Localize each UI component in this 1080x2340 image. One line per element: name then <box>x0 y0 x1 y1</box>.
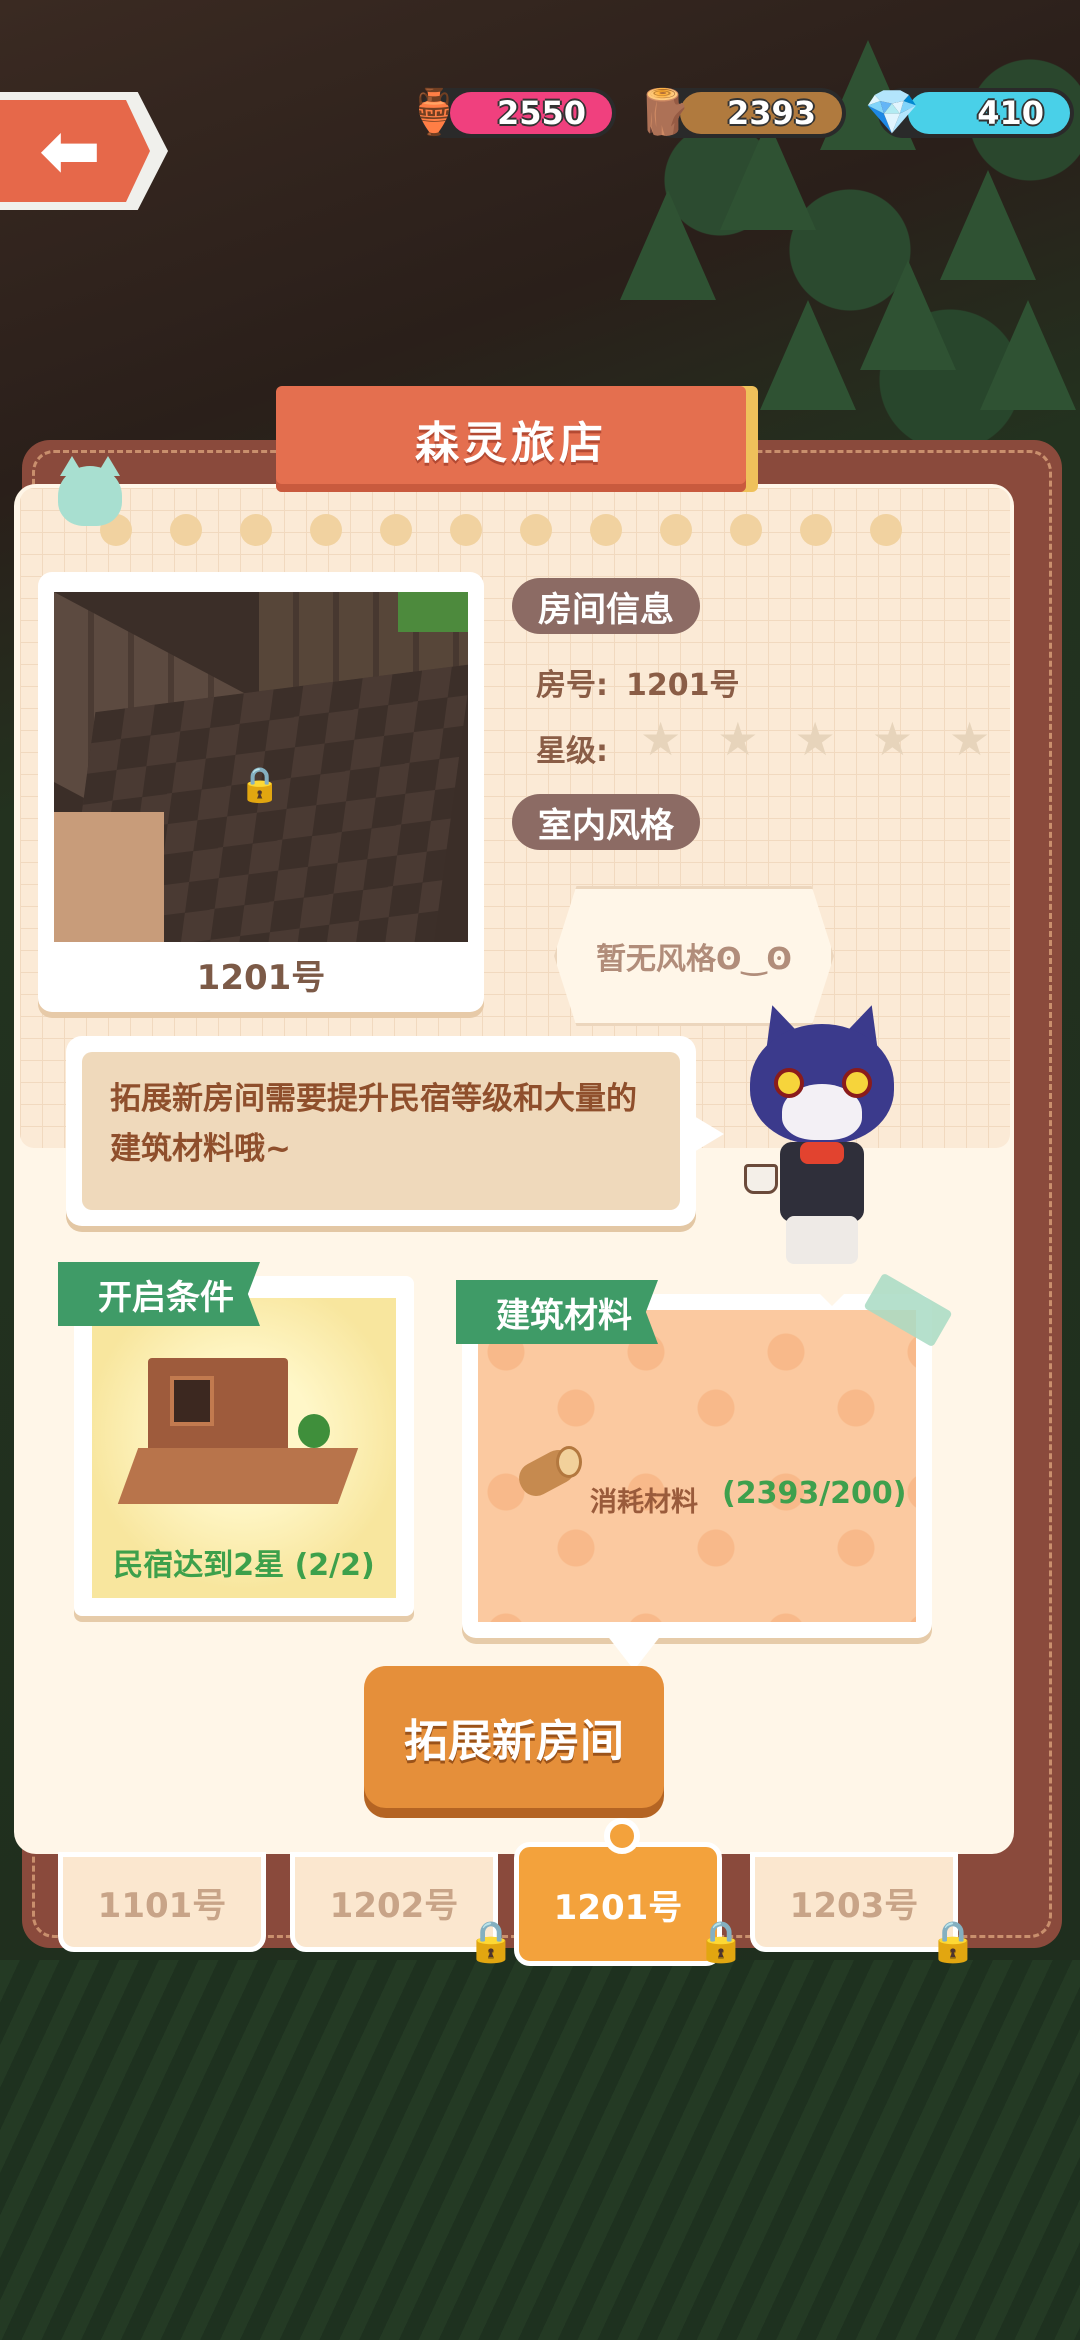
room-info-tag: 房间信息 <box>512 578 700 634</box>
lock-icon: 🔒 <box>696 1918 746 1965</box>
back-button[interactable]: ⬅ <box>0 92 168 210</box>
lock-icon: 🔒 <box>928 1918 978 1965</box>
star-icon: ★ <box>717 712 759 766</box>
room-number-label: 房号: <box>536 668 608 703</box>
materials-notch <box>808 1282 856 1306</box>
speech-bubble: 拓展新房间需要提升民宿等级和大量的建筑材料哦~ <box>66 1036 724 1226</box>
tab-1101[interactable]: 1101号 <box>58 1852 266 1952</box>
materials-label: 消耗材料 <box>590 1487 698 1518</box>
paper-dots <box>100 514 1000 546</box>
style-value: 暂无风格ʘ‿ʘ <box>596 942 792 977</box>
wood-log-icon: 🪵 <box>636 87 692 138</box>
star-icon: ★ <box>794 712 836 766</box>
back-arrow-icon: ⬅ <box>38 108 101 194</box>
star-icon: ★ <box>871 712 913 766</box>
lock-icon: 🔒 <box>466 1918 516 1965</box>
speech-text: 拓展新房间需要提升民宿等级和大量的建筑材料哦~ <box>82 1052 680 1210</box>
wood-log-icon <box>510 1444 582 1502</box>
materials-value: (2393/200) <box>722 1476 907 1511</box>
wood-resource: 🪵 2393 <box>637 87 846 138</box>
page-title: 森灵旅店 <box>415 418 607 469</box>
potion-resource: 🏺 2550 <box>407 87 616 138</box>
potion-jar-icon: 🏺 <box>406 87 462 138</box>
tab-1203[interactable]: 1203号 <box>750 1852 958 1952</box>
potion-value: 2550 <box>496 94 586 132</box>
bow-tie-icon <box>800 1142 844 1164</box>
conditions-tag: 开启条件 <box>58 1262 260 1326</box>
star-level-label: 星级: <box>536 734 608 769</box>
expand-room-label: 拓展新房间 <box>404 1716 624 1767</box>
gem-value: 410 <box>977 94 1044 132</box>
lock-icon: 🔒 <box>238 765 282 805</box>
cat-clip-icon <box>58 456 122 526</box>
interior-style-tag: 室内风格 <box>512 794 700 850</box>
tab-1201[interactable]: 1201号 <box>514 1842 722 1966</box>
title-banner: 森灵旅店 <box>276 386 746 492</box>
room-number-value: 1201号 <box>626 668 740 703</box>
conditions-text: 民宿达到2星 (2/2) <box>113 1548 375 1583</box>
star-icon: ★ <box>949 712 991 766</box>
expand-room-button[interactable]: 拓展新房间 <box>364 1666 664 1808</box>
room-preview-label: 1201号 <box>196 958 326 998</box>
star-rating: ★ ★ ★ ★ ★ <box>640 716 990 762</box>
materials-pointer <box>606 1634 662 1670</box>
materials-tag: 建筑材料 <box>456 1280 658 1344</box>
active-tab-pin <box>604 1818 640 1854</box>
cat-butler-character <box>730 997 910 1274</box>
gem-resource[interactable]: 💎 410 <box>865 87 1074 138</box>
gem-icon[interactable]: 💎 <box>860 80 924 144</box>
wood-value: 2393 <box>726 94 816 132</box>
coffee-cup-icon <box>744 1164 778 1194</box>
reception-desk-icon <box>117 1358 359 1508</box>
room-preview-image: 🔒 <box>54 592 468 942</box>
star-icon: ★ <box>640 712 682 766</box>
